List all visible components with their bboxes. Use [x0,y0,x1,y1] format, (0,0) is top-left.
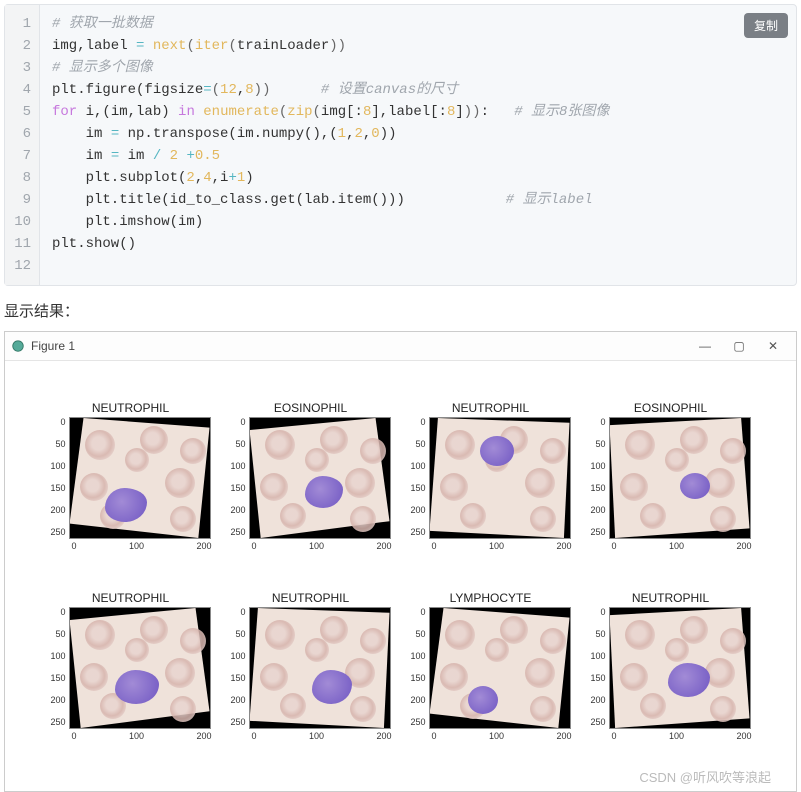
window-titlebar: Figure 1 — ▢ ✕ [5,332,796,361]
close-button[interactable]: ✕ [756,335,790,357]
subplot: NEUTROPHIL 050100150200250 0100200 [50,401,212,551]
result-label: 显示结果： [4,300,797,321]
subplot-title: LYMPHOCYTE [450,591,532,605]
code-line: for i,(im,lab) in enumerate(zip(img[:8],… [52,101,784,123]
line-number: 5 [5,101,39,123]
subplot: NEUTROPHIL 050100150200250 0100200 [590,591,752,741]
code-line: # 获取一批数据 [52,13,784,35]
code-line: im = im / 2 +0.5 [52,145,784,167]
line-number: 6 [5,123,39,145]
line-number: 3 [5,57,39,79]
line-number: 4 [5,79,39,101]
cell-image [609,607,751,729]
plot-row: NEUTROPHIL0501001502002500100200NEUTROPH… [25,591,776,741]
subplot-title: EOSINOPHIL [634,401,707,415]
cell-image [249,417,391,539]
maximize-button[interactable]: ▢ [722,335,756,357]
subplot: NEUTROPHIL 050100150200250 0100200 [50,591,212,741]
code-line: im = np.transpose(im.numpy(),(1,2,0)) [52,123,784,145]
y-axis: 050100150200250 [590,607,608,727]
figure-window: Figure 1 — ▢ ✕ NEUTROPHIL 050100150200250… [4,331,797,792]
line-number: 1 [5,13,39,35]
code-line: plt.figure(figsize=(12,8)) # 设置canvas的尺寸 [52,79,784,101]
x-axis: 0100200 [252,729,392,741]
window-title: Figure 1 [31,339,75,353]
code-gutter: 123456789101112 [5,5,40,285]
subplot-title: NEUTROPHIL [452,401,529,415]
x-axis: 0100200 [612,539,752,551]
y-axis: 050100150200250 [230,417,248,537]
code-body: # 获取一批数据img,label = next(iter(trainLoade… [40,5,796,285]
subplot-title: NEUTROPHIL [632,591,709,605]
line-number: 9 [5,189,39,211]
cell-image [609,417,751,539]
minimize-button[interactable]: — [688,335,722,357]
subplot-title: EOSINOPHIL [274,401,347,415]
app-icon [11,339,25,353]
plot-area: NEUTROPHIL0501001502002500100200EOSINOPH… [5,361,796,791]
cell-image [249,607,391,729]
code-line: img,label = next(iter(trainLoader)) [52,35,784,57]
code-block: 复制 123456789101112 # 获取一批数据img,label = n… [4,4,797,286]
y-axis: 050100150200250 [50,607,68,727]
x-axis: 0100200 [612,729,752,741]
code-line: plt.show() [52,233,784,255]
code-line: plt.imshow(im) [52,211,784,233]
cell-image [429,417,571,539]
x-axis: 0100200 [72,539,212,551]
subplot-title: NEUTROPHIL [92,401,169,415]
subplot: EOSINOPHIL 050100150200250 0100200 [590,401,752,551]
copy-button[interactable]: 复制 [744,13,788,38]
y-axis: 050100150200250 [410,417,428,537]
subplot: NEUTROPHIL 050100150200250 0100200 [230,591,392,741]
code-line: plt.title(id_to_class.get(lab.item())) #… [52,189,784,211]
subplot: EOSINOPHIL 050100150200250 0100200 [230,401,392,551]
subplot-title: NEUTROPHIL [92,591,169,605]
code-line: # 显示多个图像 [52,57,784,79]
x-axis: 0100200 [432,539,572,551]
line-number: 10 [5,211,39,233]
y-axis: 050100150200250 [590,417,608,537]
x-axis: 0100200 [432,729,572,741]
line-number: 12 [5,255,39,277]
plot-row: NEUTROPHIL0501001502002500100200EOSINOPH… [25,401,776,551]
cell-image [69,607,211,729]
y-axis: 050100150200250 [410,607,428,727]
cell-image [69,417,211,539]
line-number: 8 [5,167,39,189]
line-number: 7 [5,145,39,167]
y-axis: 050100150200250 [230,607,248,727]
subplot-title: NEUTROPHIL [272,591,349,605]
x-axis: 0100200 [252,539,392,551]
subplot: NEUTROPHIL 050100150200250 0100200 [410,401,572,551]
line-number: 2 [5,35,39,57]
x-axis: 0100200 [72,729,212,741]
line-number: 11 [5,233,39,255]
y-axis: 050100150200250 [50,417,68,537]
cell-image [429,607,571,729]
subplot: LYMPHOCYTE 050100150200250 0100200 [410,591,572,741]
code-line: plt.subplot(2,4,i+1) [52,167,784,189]
